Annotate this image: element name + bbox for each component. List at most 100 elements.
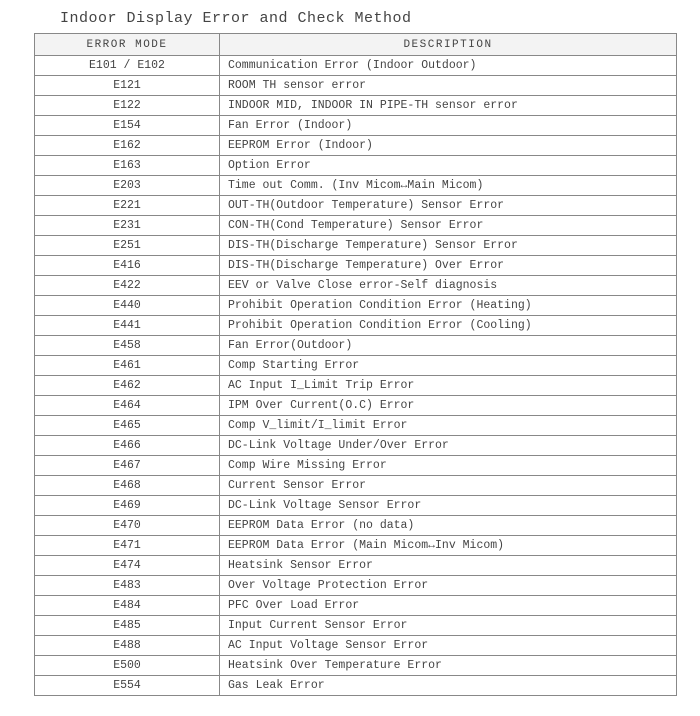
header-description: DESCRIPTION bbox=[220, 34, 677, 56]
error-description: IPM Over Current(O.C) Error bbox=[220, 396, 677, 416]
table-row: E154Fan Error (Indoor) bbox=[35, 116, 677, 136]
table-row: E441Prohibit Operation Condition Error (… bbox=[35, 316, 677, 336]
error-description: ROOM TH sensor error bbox=[220, 76, 677, 96]
error-table: ERROR MODE DESCRIPTION E101 / E102Commun… bbox=[34, 33, 677, 696]
error-code: E500 bbox=[35, 656, 220, 676]
table-row: E101 / E102Communication Error (Indoor O… bbox=[35, 56, 677, 76]
table-row: E162EEPROM Error (Indoor) bbox=[35, 136, 677, 156]
error-description: AC Input Voltage Sensor Error bbox=[220, 636, 677, 656]
table-row: E416DIS-TH(Discharge Temperature) Over E… bbox=[35, 256, 677, 276]
page-title: Indoor Display Error and Check Method bbox=[60, 10, 680, 27]
error-description: Over Voltage Protection Error bbox=[220, 576, 677, 596]
error-description: Fan Error (Indoor) bbox=[220, 116, 677, 136]
error-description: Communication Error (Indoor Outdoor) bbox=[220, 56, 677, 76]
error-description: Option Error bbox=[220, 156, 677, 176]
error-code: E488 bbox=[35, 636, 220, 656]
error-description: PFC Over Load Error bbox=[220, 596, 677, 616]
error-code: E154 bbox=[35, 116, 220, 136]
error-code: E467 bbox=[35, 456, 220, 476]
error-description: Prohibit Operation Condition Error (Heat… bbox=[220, 296, 677, 316]
table-row: E488AC Input Voltage Sensor Error bbox=[35, 636, 677, 656]
table-row: E464IPM Over Current(O.C) Error bbox=[35, 396, 677, 416]
table-row: E468Current Sensor Error bbox=[35, 476, 677, 496]
error-code: E422 bbox=[35, 276, 220, 296]
error-description: Comp V_limit/I_limit Error bbox=[220, 416, 677, 436]
error-description: Gas Leak Error bbox=[220, 676, 677, 696]
error-description: OUT-TH(Outdoor Temperature) Sensor Error bbox=[220, 196, 677, 216]
table-row: E203Time out Comm. (Inv Micom↔Main Micom… bbox=[35, 176, 677, 196]
table-row: E440Prohibit Operation Condition Error (… bbox=[35, 296, 677, 316]
error-code: E163 bbox=[35, 156, 220, 176]
error-code: E474 bbox=[35, 556, 220, 576]
error-code: E121 bbox=[35, 76, 220, 96]
table-row: E500Heatsink Over Temperature Error bbox=[35, 656, 677, 676]
error-code: E461 bbox=[35, 356, 220, 376]
error-description: Current Sensor Error bbox=[220, 476, 677, 496]
table-row: E474Heatsink Sensor Error bbox=[35, 556, 677, 576]
error-code: E122 bbox=[35, 96, 220, 116]
error-description: DC-Link Voltage Under/Over Error bbox=[220, 436, 677, 456]
error-description: EEPROM Data Error (Main Micom↔Inv Micom) bbox=[220, 536, 677, 556]
error-code: E470 bbox=[35, 516, 220, 536]
error-code: E231 bbox=[35, 216, 220, 236]
error-description: Heatsink Over Temperature Error bbox=[220, 656, 677, 676]
table-row: E484PFC Over Load Error bbox=[35, 596, 677, 616]
table-row: E469DC-Link Voltage Sensor Error bbox=[35, 496, 677, 516]
error-code: E554 bbox=[35, 676, 220, 696]
table-row: E221OUT-TH(Outdoor Temperature) Sensor E… bbox=[35, 196, 677, 216]
table-row: E466DC-Link Voltage Under/Over Error bbox=[35, 436, 677, 456]
table-row: E465Comp V_limit/I_limit Error bbox=[35, 416, 677, 436]
table-row: E485Input Current Sensor Error bbox=[35, 616, 677, 636]
error-code: E483 bbox=[35, 576, 220, 596]
error-description: Comp Wire Missing Error bbox=[220, 456, 677, 476]
error-description: Time out Comm. (Inv Micom↔Main Micom) bbox=[220, 176, 677, 196]
error-code: E484 bbox=[35, 596, 220, 616]
table-row: E554Gas Leak Error bbox=[35, 676, 677, 696]
error-description: Prohibit Operation Condition Error (Cool… bbox=[220, 316, 677, 336]
error-description: DC-Link Voltage Sensor Error bbox=[220, 496, 677, 516]
error-description: Comp Starting Error bbox=[220, 356, 677, 376]
table-row: E470EEPROM Data Error (no data) bbox=[35, 516, 677, 536]
table-row: E471EEPROM Data Error (Main Micom↔Inv Mi… bbox=[35, 536, 677, 556]
table-row: E231CON-TH(Cond Temperature) Sensor Erro… bbox=[35, 216, 677, 236]
error-description: AC Input I_Limit Trip Error bbox=[220, 376, 677, 396]
error-code: E466 bbox=[35, 436, 220, 456]
header-error-mode: ERROR MODE bbox=[35, 34, 220, 56]
error-description: Heatsink Sensor Error bbox=[220, 556, 677, 576]
error-code: E471 bbox=[35, 536, 220, 556]
error-code: E458 bbox=[35, 336, 220, 356]
error-code: E440 bbox=[35, 296, 220, 316]
error-code: E468 bbox=[35, 476, 220, 496]
error-code: E464 bbox=[35, 396, 220, 416]
table-row: E467Comp Wire Missing Error bbox=[35, 456, 677, 476]
error-code: E221 bbox=[35, 196, 220, 216]
table-row: E462AC Input I_Limit Trip Error bbox=[35, 376, 677, 396]
error-description: EEV or Valve Close error-Self diagnosis bbox=[220, 276, 677, 296]
error-code: E416 bbox=[35, 256, 220, 276]
table-row: E483Over Voltage Protection Error bbox=[35, 576, 677, 596]
table-row: E251DIS-TH(Discharge Temperature) Sensor… bbox=[35, 236, 677, 256]
error-description: Fan Error(Outdoor) bbox=[220, 336, 677, 356]
table-row: E163Option Error bbox=[35, 156, 677, 176]
error-description: INDOOR MID, INDOOR IN PIPE-TH sensor err… bbox=[220, 96, 677, 116]
table-header-row: ERROR MODE DESCRIPTION bbox=[35, 34, 677, 56]
error-code: E469 bbox=[35, 496, 220, 516]
error-description: CON-TH(Cond Temperature) Sensor Error bbox=[220, 216, 677, 236]
error-code: E465 bbox=[35, 416, 220, 436]
table-row: E122INDOOR MID, INDOOR IN PIPE-TH sensor… bbox=[35, 96, 677, 116]
error-code: E485 bbox=[35, 616, 220, 636]
table-row: E121ROOM TH sensor error bbox=[35, 76, 677, 96]
error-code: E441 bbox=[35, 316, 220, 336]
error-code: E251 bbox=[35, 236, 220, 256]
error-code: E462 bbox=[35, 376, 220, 396]
error-description: Input Current Sensor Error bbox=[220, 616, 677, 636]
table-row: E461Comp Starting Error bbox=[35, 356, 677, 376]
error-description: EEPROM Error (Indoor) bbox=[220, 136, 677, 156]
error-code: E162 bbox=[35, 136, 220, 156]
table-row: E422EEV or Valve Close error-Self diagno… bbox=[35, 276, 677, 296]
error-code: E203 bbox=[35, 176, 220, 196]
table-row: E458 Fan Error(Outdoor) bbox=[35, 336, 677, 356]
error-description: DIS-TH(Discharge Temperature) Sensor Err… bbox=[220, 236, 677, 256]
error-description: EEPROM Data Error (no data) bbox=[220, 516, 677, 536]
error-code: E101 / E102 bbox=[35, 56, 220, 76]
